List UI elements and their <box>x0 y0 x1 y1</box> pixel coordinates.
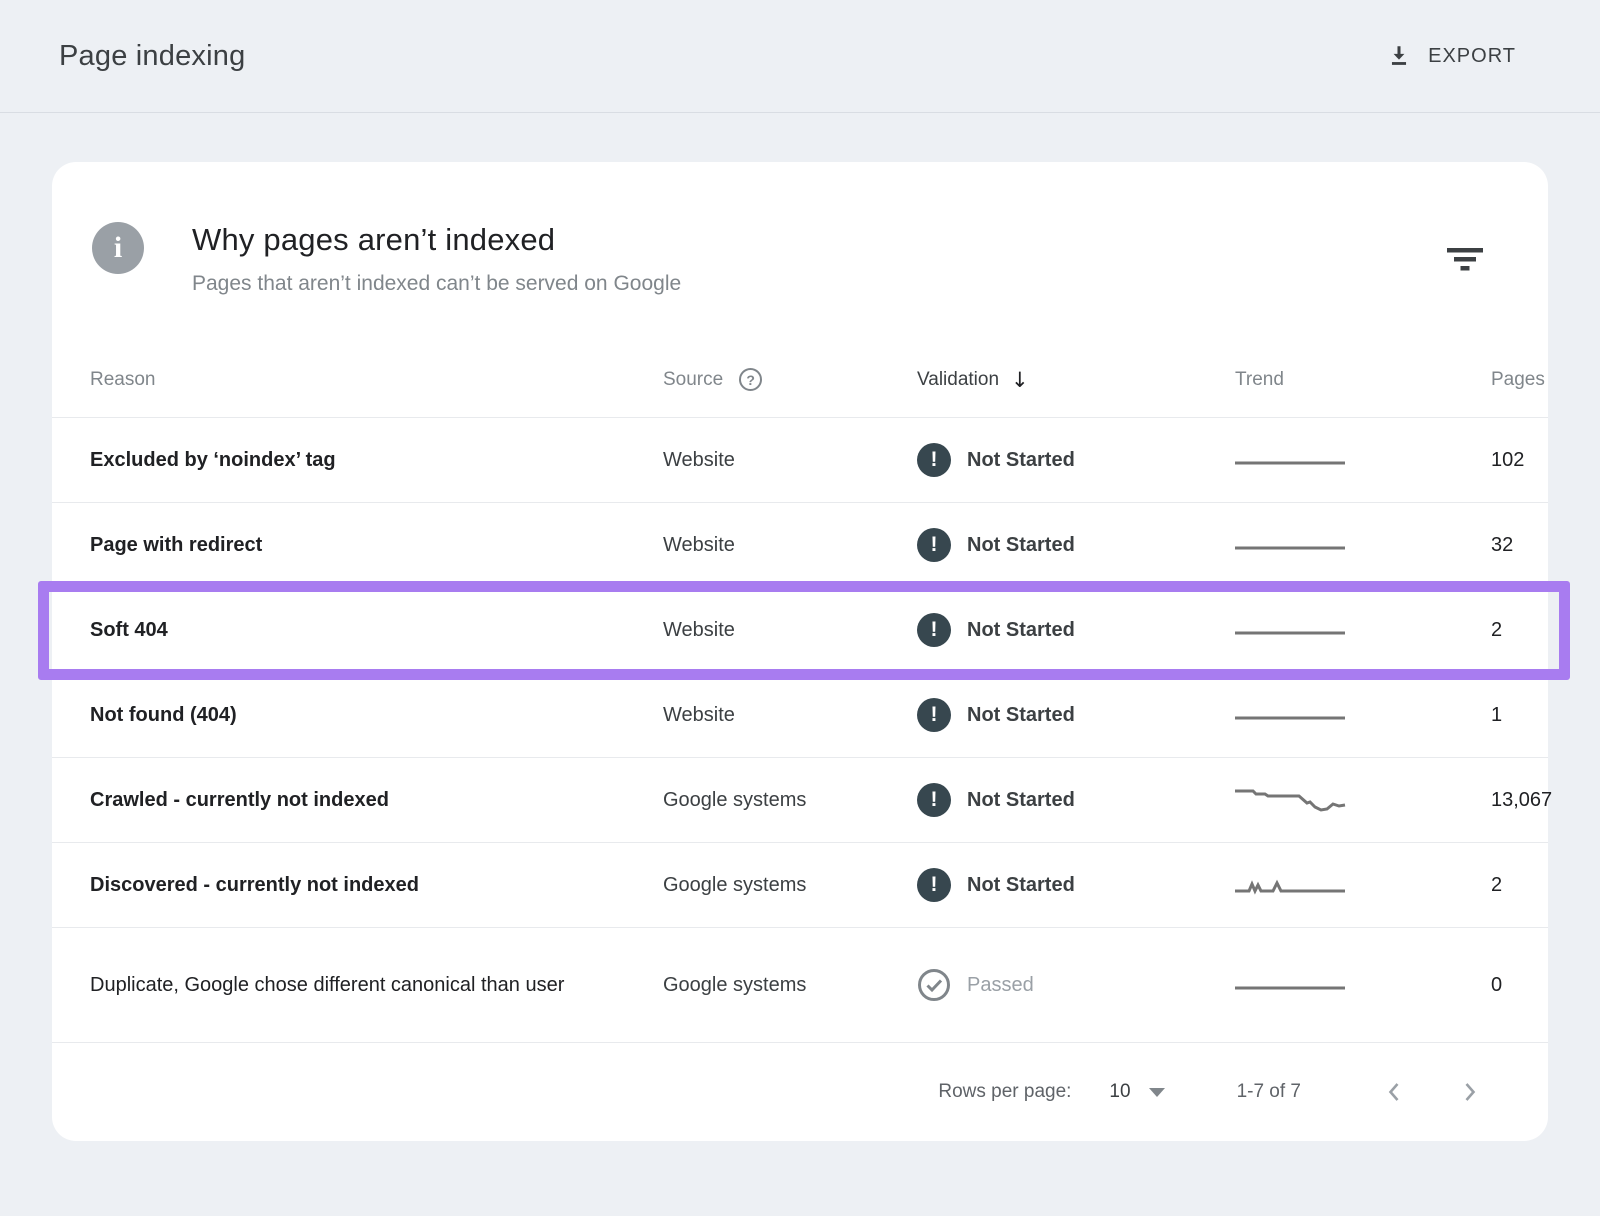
pages-cell: 1 <box>1491 704 1559 727</box>
column-header-reason[interactable]: Reason <box>52 369 663 391</box>
pages-cell: 0 <box>1491 974 1559 997</box>
validation-label: Not Started <box>967 534 1075 557</box>
validation-cell: ! Not Started <box>917 783 1183 817</box>
card-subtitle: Pages that aren’t indexed can’t be serve… <box>192 272 1442 296</box>
export-label: EXPORT <box>1428 45 1516 68</box>
card-header: i Why pages aren’t indexed Pages that ar… <box>52 222 1548 296</box>
source-cell: Website <box>663 704 917 727</box>
previous-page-button[interactable] <box>1377 1074 1411 1110</box>
trend-sparkline <box>1183 614 1491 646</box>
validation-label: Not Started <box>967 789 1075 812</box>
table-row[interactable]: Duplicate, Google chose different canoni… <box>52 928 1548 1043</box>
column-header-trend[interactable]: Trend <box>1183 369 1491 391</box>
table-row[interactable]: Discovered - currently not indexed Googl… <box>52 843 1548 928</box>
trend-sparkline <box>1183 969 1491 1001</box>
status-icon: ! <box>917 528 951 562</box>
rows-per-page-value: 10 <box>1109 1081 1130 1103</box>
reason-cell: Not found (404) <box>52 699 572 731</box>
table-row[interactable]: Soft 404 Website ! Not Started 2 <box>52 588 1548 673</box>
validation-cell: ! Not Started <box>917 443 1183 477</box>
reason-cell: Soft 404 <box>52 614 572 646</box>
status-icon: ! <box>917 443 951 477</box>
why-pages-not-indexed-card: i Why pages aren’t indexed Pages that ar… <box>52 162 1548 1141</box>
table-row[interactable]: Crawled - currently not indexed Google s… <box>52 758 1548 843</box>
reason-cell: Page with redirect <box>52 529 572 561</box>
column-header-pages[interactable]: Pages <box>1491 369 1600 391</box>
status-icon <box>917 968 951 1002</box>
source-cell: Website <box>663 449 917 472</box>
reason-cell: Excluded by ‘noindex’ tag <box>52 444 572 476</box>
pages-cell: 32 <box>1491 534 1570 557</box>
source-cell: Google systems <box>663 789 917 812</box>
top-bar: Page indexing EXPORT <box>0 0 1600 113</box>
chevron-left-icon <box>1383 1080 1405 1104</box>
pages-cell: 2 <box>1491 874 1559 897</box>
pages-cell: 102 <box>1491 449 1581 472</box>
validation-label: Passed <box>967 974 1034 997</box>
status-icon: ! <box>917 783 951 817</box>
pages-cell: 2 <box>1491 619 1559 642</box>
validation-cell: ! Not Started <box>917 528 1183 562</box>
dropdown-arrow-icon <box>1149 1088 1165 1097</box>
source-cell: Website <box>663 619 917 642</box>
table-row[interactable]: Not found (404) Website ! Not Started 1 <box>52 673 1548 758</box>
sort-descending-icon: ↓ <box>1011 368 1029 392</box>
rows-per-page-label: Rows per page: <box>938 1081 1071 1103</box>
source-header-label: Source <box>663 369 723 391</box>
next-page-button[interactable] <box>1453 1074 1487 1110</box>
validation-label: Not Started <box>967 704 1075 727</box>
trend-sparkline <box>1183 784 1491 816</box>
table-body: Excluded by ‘noindex’ tag Website ! Not … <box>52 418 1548 1043</box>
table-row[interactable]: Page with redirect Website ! Not Started… <box>52 503 1548 588</box>
trend-sparkline <box>1183 529 1491 561</box>
validation-label: Not Started <box>967 874 1075 897</box>
status-icon: ! <box>917 868 951 902</box>
source-cell: Website <box>663 534 917 557</box>
filter-button[interactable] <box>1442 240 1488 276</box>
column-header-validation[interactable]: Validation ↓ <box>917 368 1183 392</box>
trend-sparkline <box>1183 699 1491 731</box>
validation-cell: ! Not Started <box>917 613 1183 647</box>
table-footer: Rows per page: 10 1-7 of 7 <box>52 1043 1548 1141</box>
column-header-source[interactable]: Source ? <box>663 368 917 391</box>
info-icon: i <box>92 222 144 274</box>
pages-cell: 13,067 <box>1491 789 1600 812</box>
reason-cell: Crawled - currently not indexed <box>52 784 572 816</box>
reason-cell: Discovered - currently not indexed <box>52 869 572 901</box>
pagination-range: 1-7 of 7 <box>1237 1081 1301 1103</box>
status-icon: ! <box>917 613 951 647</box>
download-icon <box>1386 43 1412 69</box>
chevron-right-icon <box>1459 1080 1481 1104</box>
validation-cell: ! Not Started <box>917 868 1183 902</box>
table-row[interactable]: Excluded by ‘noindex’ tag Website ! Not … <box>52 418 1548 503</box>
filter-icon <box>1446 244 1484 272</box>
card-title: Why pages aren’t indexed <box>192 222 1442 258</box>
trend-sparkline <box>1183 869 1491 901</box>
validation-label: Not Started <box>967 449 1075 472</box>
status-icon: ! <box>917 698 951 732</box>
source-cell: Google systems <box>663 874 917 897</box>
validation-label: Not Started <box>967 619 1075 642</box>
validation-cell: ! Not Started <box>917 698 1183 732</box>
source-cell: Google systems <box>663 974 917 997</box>
rows-per-page-select[interactable]: 10 <box>1109 1081 1164 1103</box>
trend-sparkline <box>1183 444 1491 476</box>
help-icon[interactable]: ? <box>739 368 762 391</box>
page-title: Page indexing <box>59 40 245 73</box>
validation-cell: Passed <box>917 968 1183 1002</box>
reason-cell: Duplicate, Google chose different canoni… <box>52 969 572 1001</box>
export-button[interactable]: EXPORT <box>1386 43 1516 69</box>
table-header-row: Reason Source ? Validation ↓ Trend Pages <box>52 342 1548 418</box>
validation-header-label: Validation <box>917 369 999 391</box>
